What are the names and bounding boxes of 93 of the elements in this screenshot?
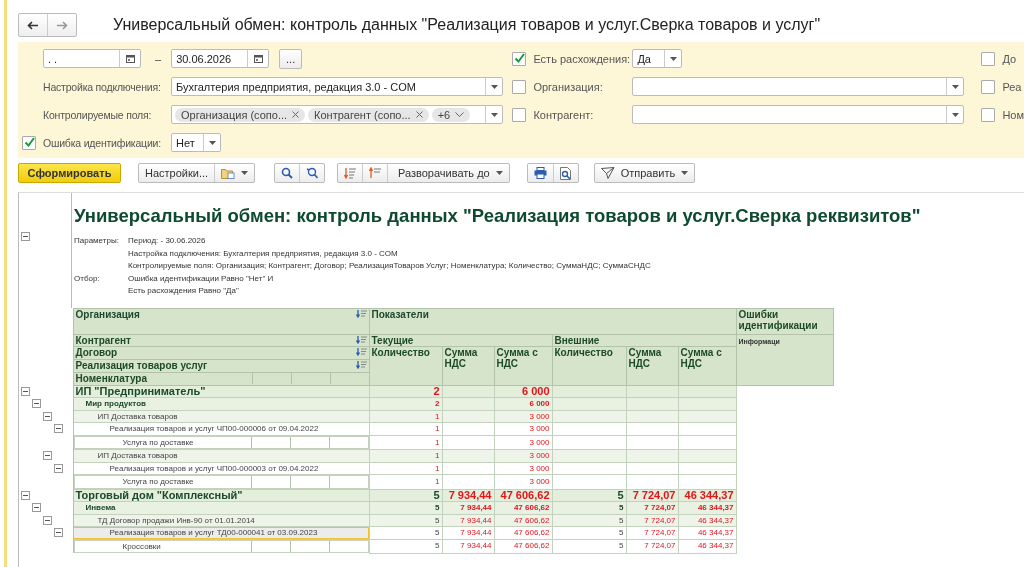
column-header: Контрагент — [75, 335, 131, 345]
sort-icon[interactable] — [355, 336, 367, 344]
column-header: Количество — [552, 346, 626, 385]
column-header: Ошибки идентификации — [736, 308, 833, 334]
collapse-icon[interactable] — [21, 386, 30, 396]
collapse-icon[interactable] — [54, 463, 63, 473]
collapse-icon[interactable] — [21, 232, 30, 241]
field-label: Контрагент: — [533, 108, 595, 121]
checkbox[interactable] — [981, 107, 996, 122]
select-field[interactable]: Да — [632, 49, 683, 68]
caret-icon — [951, 84, 959, 89]
caret-icon — [490, 84, 498, 89]
select-field[interactable] — [632, 77, 965, 96]
param-text: Период: - 30.06.2026 — [128, 235, 207, 247]
tag-chip[interactable]: Организация (сопо... — [175, 107, 306, 122]
column-header: Реализация товаров услуг — [75, 360, 208, 371]
checkbox[interactable] — [981, 79, 996, 94]
column-header: Номенклатура — [75, 373, 148, 384]
checkbox[interactable] — [512, 107, 527, 122]
collapse-icon[interactable] — [43, 451, 52, 461]
checkbox[interactable] — [512, 51, 527, 66]
folder-icon — [221, 167, 236, 179]
calendar-icon[interactable] — [253, 54, 263, 63]
caret-icon — [951, 112, 959, 117]
sort-icon[interactable] — [355, 310, 367, 318]
send-button[interactable]: Отправить — [594, 164, 695, 182]
param-text: Настройка подключения: Бухгалтерия предприятия, редакция 3.0 - COM — [128, 247, 399, 260]
more-chip[interactable]: +6 — [431, 107, 471, 122]
report-title: Универсальный обмен: контроль данных "Реализация товаров и услуг.Сверка реквизитов" — [74, 205, 921, 227]
caret-icon — [669, 56, 677, 61]
column-header: Показатели — [369, 308, 736, 334]
sort-ascending-icon — [369, 167, 381, 179]
preview-icon — [559, 166, 572, 180]
column-header: Количество — [369, 346, 442, 385]
sort-descending-icon — [344, 167, 356, 179]
collapse-icon[interactable] — [32, 503, 41, 513]
checkbox[interactable] — [512, 79, 527, 94]
window-title: Универсальный обмен: контроль данных "Реализация товаров и услуг.Сверка товаров и услуг" — [113, 16, 821, 34]
field-label: Есть расхождения: — [533, 52, 632, 65]
caret-icon — [495, 171, 503, 175]
checkbox[interactable] — [981, 51, 996, 66]
collapse-icon[interactable] — [21, 490, 30, 500]
date-field[interactable]: . . — [43, 49, 141, 68]
collapse-icon[interactable] — [54, 528, 63, 538]
column-header: Сумма НДС — [442, 346, 494, 385]
generate-button[interactable]: Сформировать — [18, 163, 121, 183]
field-label: Настройка подключения: — [43, 80, 162, 93]
caret-icon — [241, 171, 249, 175]
param-text: Ошибка идентификации Равно "Нет" И — [128, 272, 275, 285]
column-header: Сумма с НДС — [678, 346, 736, 385]
param-text: Есть расхождения Равно "Да" — [128, 285, 240, 297]
column-header: Сумма НДС — [626, 346, 678, 385]
select-field[interactable]: Нет — [171, 133, 221, 152]
range-dash: – — [155, 52, 162, 65]
sort-icon[interactable] — [355, 361, 367, 369]
printer-icon — [533, 167, 547, 179]
param-text: Контролируемые поля: Организация; Контрагент; Договор; РеализацияТоваров Услуг; Номенклатура; Количество; СуммаНДС; СуммаСНДС — [128, 260, 652, 272]
close-icon[interactable] — [292, 111, 300, 118]
checkbox[interactable] — [22, 135, 36, 150]
column-header: Сумма с НДС — [494, 346, 552, 385]
paper-plane-icon — [600, 167, 615, 179]
collapse-icon[interactable] — [32, 399, 41, 409]
column-header: Договор — [75, 347, 118, 358]
field-label: Организация: — [533, 80, 604, 93]
field-label: Ном — [1002, 108, 1024, 121]
tags-field[interactable]: Организация (сопо... Контрагент (сопо... +6 — [171, 105, 503, 124]
field-label: Контролируемые поля: — [43, 108, 153, 121]
calendar-icon[interactable] — [125, 54, 135, 63]
close-icon[interactable] — [415, 111, 423, 118]
date-field[interactable]: 30.06.2026 — [171, 49, 270, 68]
chevron-icon — [455, 112, 465, 117]
column-header: Организация — [75, 309, 140, 320]
sort-icon[interactable] — [355, 348, 367, 356]
collapse-icon[interactable] — [43, 411, 52, 421]
collapse-icon[interactable] — [54, 424, 63, 434]
field-label: До — [1002, 52, 1017, 65]
collapse-icon[interactable] — [43, 515, 52, 525]
select-field[interactable] — [632, 105, 965, 124]
param-label: Параметры: — [74, 235, 120, 247]
search-icon — [281, 167, 293, 179]
field-label: Ошибка идентификации: — [43, 136, 162, 149]
param-label: Отбор: — [74, 272, 101, 285]
row-label[interactable]: ИП Доставка товаров — [73, 449, 369, 462]
tag-chip[interactable]: Контрагент (сопо... — [308, 107, 429, 122]
select-field[interactable]: Бухгалтерия предприятия, редакция 3.0 - COM — [171, 77, 503, 96]
caret-icon — [681, 171, 689, 175]
period-button[interactable]: ... — [279, 48, 303, 69]
caret-icon — [490, 112, 498, 117]
field-label: Реа — [1002, 80, 1022, 93]
caret-icon — [208, 140, 216, 145]
row-label[interactable]: Услуга по доставке — [73, 475, 369, 489]
search-refresh-icon — [306, 167, 318, 179]
row-label[interactable]: Торговый дом "Комплексный" — [73, 489, 369, 502]
